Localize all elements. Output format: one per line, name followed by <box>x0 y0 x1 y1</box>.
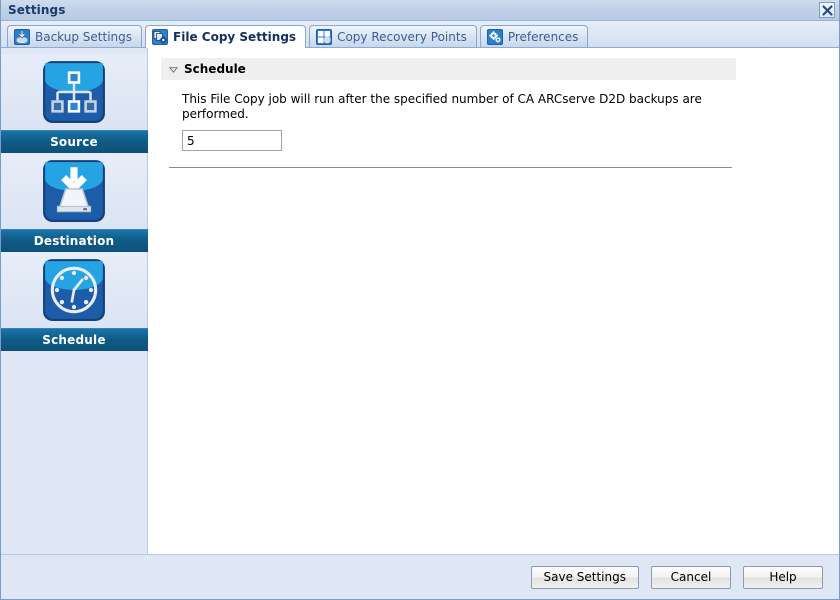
save-settings-button[interactable]: Save Settings <box>530 565 639 589</box>
close-x-icon <box>821 4 833 16</box>
destination-drive-icon <box>43 160 105 222</box>
tab-preferences[interactable]: Preferences <box>479 25 589 47</box>
tab-label: Preferences <box>507 29 579 44</box>
sidebar-item-destination[interactable]: Destination <box>0 153 148 252</box>
backup-settings-icon <box>14 28 30 45</box>
schedule-panel: Schedule This File Copy job will run aft… <box>161 58 736 168</box>
sidebar-item-schedule-label[interactable]: Schedule <box>0 328 148 351</box>
copy-recovery-points-icon <box>316 28 333 45</box>
cancel-button[interactable]: Cancel <box>651 565 731 589</box>
source-icon-wrap <box>1 54 147 130</box>
tab-copy-recovery-points[interactable]: Copy Recovery Points <box>309 25 477 47</box>
schedule-icon-wrap <box>1 252 147 328</box>
close-button[interactable] <box>819 2 835 18</box>
main-content: Schedule This File Copy job will run aft… <box>148 48 839 574</box>
dialog-body: Source Destination Schedule Schedule Thi… <box>0 48 839 574</box>
panel-title: Schedule <box>184 62 246 76</box>
schedule-clock-icon <box>43 259 105 321</box>
schedule-panel-header[interactable]: Schedule <box>161 58 736 80</box>
schedule-panel-body: This File Copy job will run after the sp… <box>161 80 736 151</box>
tab-label: Backup Settings <box>35 29 133 44</box>
sidebar-item-destination-label[interactable]: Destination <box>0 229 148 252</box>
tab-label: Copy Recovery Points <box>337 29 467 44</box>
tab-file-copy-settings[interactable]: File Copy Settings <box>145 25 307 48</box>
help-button[interactable]: Help <box>743 565 823 589</box>
file-copy-settings-icon <box>152 29 169 45</box>
source-hierarchy-icon <box>43 61 105 123</box>
sidebar-item-schedule[interactable]: Schedule <box>0 252 148 351</box>
tab-backup-settings[interactable]: Backup Settings <box>7 25 143 47</box>
tab-label: File Copy Settings <box>173 30 297 44</box>
titlebar: Settings <box>1 0 839 21</box>
backup-count-input[interactable] <box>182 130 282 151</box>
dialog-footer: Save Settings Cancel Help <box>1 554 839 599</box>
sidebar-nav: Source Destination Schedule <box>0 48 148 574</box>
preferences-gear-icon <box>486 28 503 45</box>
window-title: Settings <box>8 3 66 17</box>
settings-dialog: Settings Backup Settings File Copy Setti… <box>0 0 840 600</box>
destination-icon-wrap <box>1 153 147 229</box>
panel-divider <box>169 167 732 168</box>
sidebar-item-source[interactable]: Source <box>0 54 148 153</box>
sidebar-item-source-label[interactable]: Source <box>0 130 148 153</box>
schedule-description: This File Copy job will run after the sp… <box>182 92 702 121</box>
sidebar-filler <box>1 351 147 574</box>
tab-bar: Backup Settings File Copy Settings Copy … <box>1 21 839 48</box>
chevron-down-triangle-icon[interactable] <box>169 65 178 74</box>
